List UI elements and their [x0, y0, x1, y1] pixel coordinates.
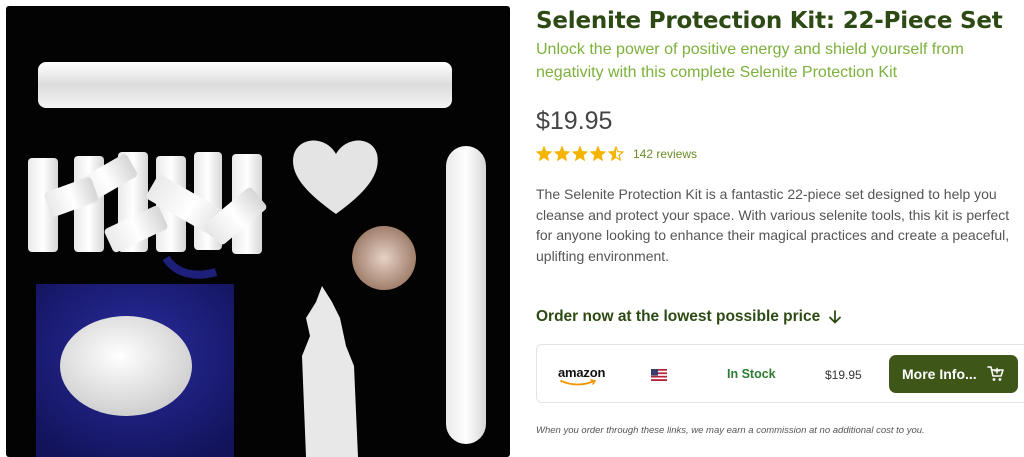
star-icon: [554, 146, 570, 162]
star-icon: [608, 146, 624, 162]
star-icon: [572, 146, 588, 162]
order-heading-text: Order now at the lowest possible price: [536, 308, 821, 325]
amazon-logo: amazon: [558, 365, 606, 386]
product-price: $19.95: [536, 107, 613, 135]
order-heading: Order now at the lowest possible price: [536, 308, 842, 326]
affiliate-disclaimer: When you order through these links, we m…: [536, 425, 925, 436]
product-rating: 142 reviews: [536, 145, 697, 163]
offer-price: $19.95: [825, 368, 862, 382]
amazon-smile-icon: [560, 379, 597, 386]
reviews-link[interactable]: 142 reviews: [633, 147, 697, 161]
store-name: amazon: [558, 365, 606, 380]
star-icon: [536, 146, 552, 162]
arrow-down-icon: [829, 310, 842, 324]
product-info: Selenite Protection Kit: 22-Piece Set Un…: [536, 0, 1024, 457]
us-flag-icon: [651, 369, 667, 381]
product-description: The Selenite Protection Kit is a fantast…: [536, 186, 1010, 264]
offer-row: amazon In Stock $19.95 More Info...: [536, 344, 1024, 403]
cart-icon: [986, 366, 1004, 381]
star-icon: [590, 146, 606, 162]
product-title: Selenite Protection Kit: 22-Piece Set: [536, 8, 1003, 34]
more-info-button[interactable]: More Info...: [889, 355, 1018, 393]
stock-status: In Stock: [727, 367, 776, 381]
product-image: [6, 6, 510, 457]
product-subtitle: Unlock the power of positive energy and …: [536, 41, 964, 81]
selenite-kit-illustration: [28, 62, 486, 457]
more-info-label: More Info...: [902, 366, 977, 382]
rating-stars: [536, 146, 626, 162]
